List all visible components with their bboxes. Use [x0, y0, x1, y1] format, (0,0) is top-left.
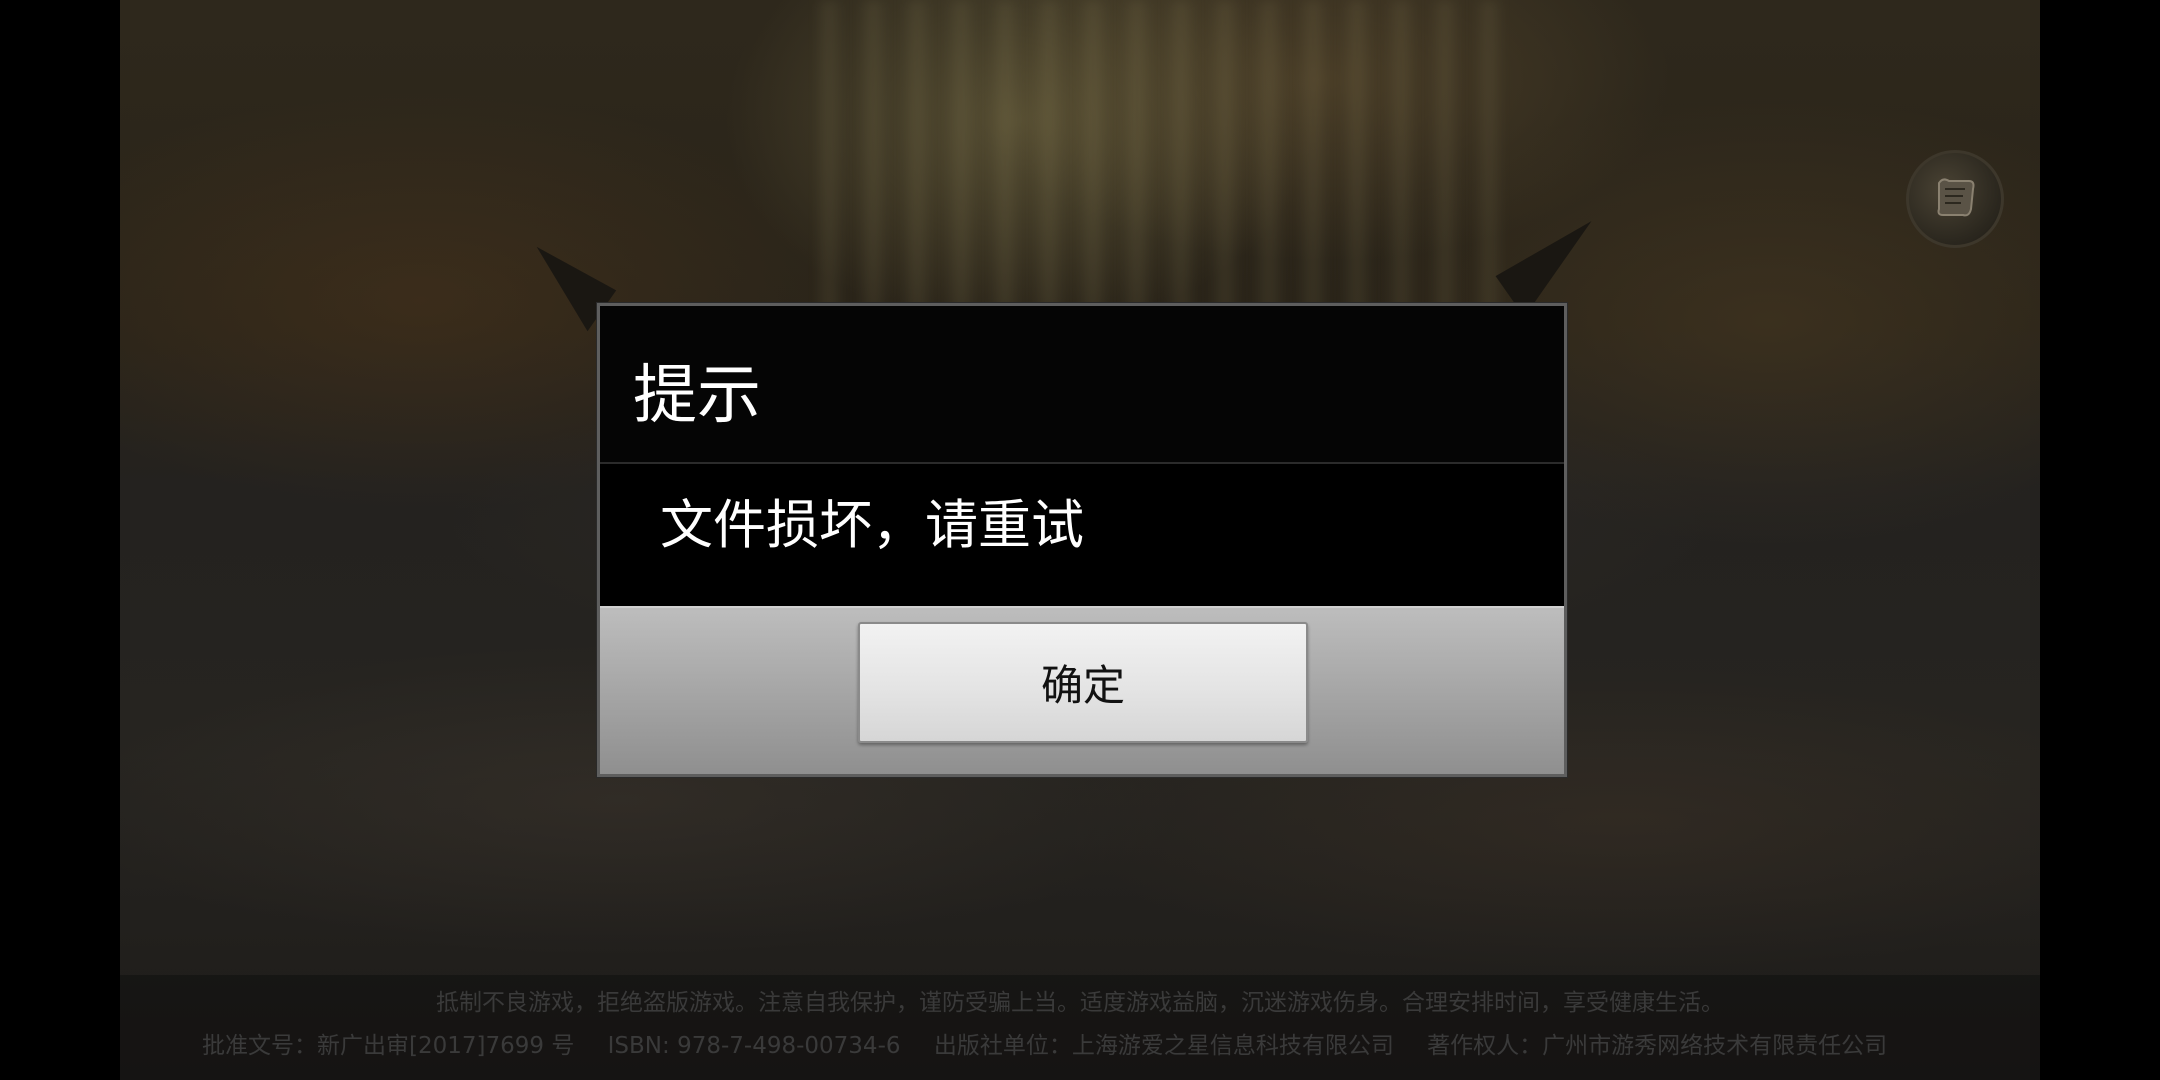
- isbn: ISBN: 978-7-498-00734-6: [607, 1033, 901, 1059]
- alert-dialog: 提示 文件损坏，请重试 确定: [597, 303, 1567, 777]
- ok-button[interactable]: 确定: [858, 622, 1308, 743]
- copyright-owner: 著作权人：广州市游秀网络技术有限责任公司: [1427, 1033, 1888, 1059]
- scroll-button[interactable]: [1906, 150, 2004, 248]
- anti-addiction-notice: 抵制不良游戏，拒绝盗版游戏。注意自我保护，谨防受骗上当。适度游戏益脑，沉迷游戏伤…: [436, 990, 1724, 1016]
- scroll-icon: [1927, 169, 1983, 229]
- dialog-header: 提示: [600, 306, 1564, 464]
- approval-number: 批准文号：新广出审[2017]7699 号: [202, 1033, 575, 1059]
- publication-info: 批准文号：新广出审[2017]7699 号 ISBN: 978-7-498-00…: [202, 1030, 1913, 1062]
- dialog-footer: 确定: [600, 606, 1564, 774]
- dialog-message: 文件损坏，请重试: [660, 495, 1084, 556]
- dialog-title: 提示: [633, 359, 761, 433]
- publisher: 出版社单位：上海游爱之星信息科技有限公司: [933, 1033, 1394, 1059]
- screen: 抵制不良游戏，拒绝盗版游戏。注意自我保护，谨防受骗上当。适度游戏益脑，沉迷游戏伤…: [0, 0, 2160, 1080]
